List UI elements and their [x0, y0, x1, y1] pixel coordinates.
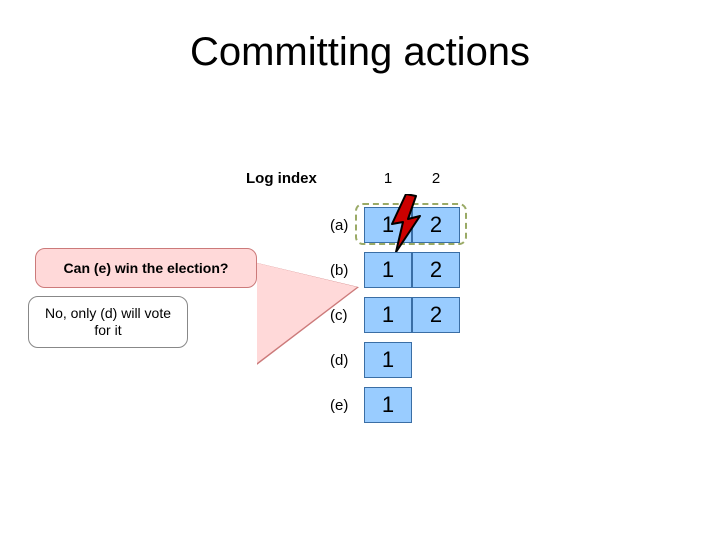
cell-c-2: 2: [412, 297, 460, 333]
row-label-a: (a): [330, 217, 348, 234]
cell-c-1: 1: [364, 297, 412, 333]
cell-b-2: 2: [412, 252, 460, 288]
cell-d-1: 1: [364, 342, 412, 378]
log-index-label: Log index: [246, 170, 317, 187]
row-label-e: (e): [330, 397, 348, 414]
lightning-icon: [388, 194, 424, 252]
question-callout-tail: [257, 263, 357, 377]
column-header-2: 2: [412, 170, 460, 187]
cell-e-1: 1: [364, 387, 412, 423]
column-header-1: 1: [364, 170, 412, 187]
question-callout: Can (e) win the election?: [35, 248, 257, 288]
slide-title: Committing actions: [0, 30, 720, 75]
answer-callout: No, only (d) will vote for it: [28, 296, 188, 348]
cell-b-1: 1: [364, 252, 412, 288]
